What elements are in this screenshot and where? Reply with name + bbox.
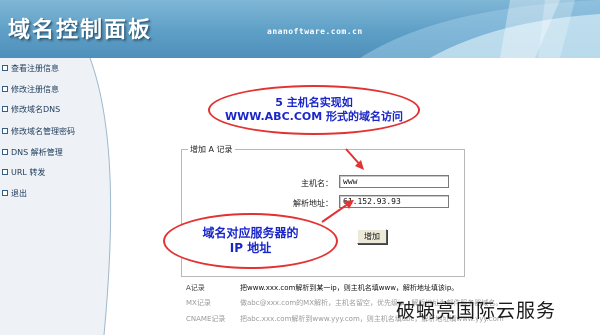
annotation-arrow-icon (345, 148, 364, 170)
annotation-text: IP 地址 (229, 241, 272, 255)
sidebar-curve-divider (82, 58, 112, 335)
record-description: 把www.xxx.com解析到某一ip，则主机名填www，解析地址填该ip。 (240, 284, 459, 292)
sidebar-item-edit-dns[interactable]: 修改域名DNS (2, 102, 88, 116)
sidebar-item-label: 修改域名管理密码 (11, 126, 75, 136)
annotation-bubble-host: 5 主机名实现如 WWW.ABC.COM 形式的域名访问 (208, 85, 420, 135)
sidebar-item-label: URL 转发 (11, 167, 46, 177)
square-bullet-icon (2, 169, 8, 175)
watermark-text: 破蜗亮国际云服务 (396, 300, 557, 322)
sidebar-item-label: 退出 (11, 188, 27, 198)
square-bullet-icon (2, 190, 8, 196)
square-bullet-icon (2, 65, 8, 71)
header-banner: 域名控制面板 ananoftware.com.cn (0, 0, 600, 58)
sidebar-item-label: DNS 解析管理 (11, 147, 63, 157)
sidebar-item-edit-registration[interactable]: 修改注册信息 (2, 82, 88, 96)
record-type: CNAME记录 (186, 315, 226, 323)
annotation-text: 5 主机名实现如 (275, 96, 353, 110)
annotation-bubble-ip: 域名对应服务器的 IP 地址 (163, 213, 338, 269)
panel-legend: 增加 A 记录 (188, 144, 235, 155)
sidebar-item-url-forward[interactable]: URL 转发 (2, 165, 88, 179)
annotation-text: 域名对应服务器的 (202, 226, 299, 240)
sidebar-item-view-registration[interactable]: 查看注册信息 (2, 61, 88, 75)
header-decoration (360, 0, 600, 58)
sidebar: 查看注册信息 修改注册信息 修改域名DNS 修改域名管理密码 DNS 解析管理 … (0, 58, 90, 335)
record-type: MX记录 (186, 299, 211, 307)
host-label: 主机名： (301, 179, 333, 188)
sidebar-item-label: 查看注册信息 (11, 63, 59, 73)
square-bullet-icon (2, 128, 8, 134)
sidebar-item-logout[interactable]: 退出 (2, 186, 88, 200)
record-type: A记录 (186, 284, 205, 292)
sidebar-item-label: 修改域名DNS (11, 104, 61, 114)
square-bullet-icon (2, 86, 8, 92)
site-domain: ananoftware.com.cn (267, 27, 363, 36)
sidebar-item-edit-password[interactable]: 修改域名管理密码 (2, 124, 88, 138)
sidebar-item-label: 修改注册信息 (11, 84, 59, 94)
panel-title: 域名控制面板 (8, 18, 153, 43)
sidebar-item-dns-management[interactable]: DNS 解析管理 (2, 145, 88, 159)
annotation-arrow-icon (321, 200, 354, 223)
host-input[interactable]: www (339, 175, 449, 188)
square-bullet-icon (2, 106, 8, 112)
annotation-text: WWW.ABC.COM 形式的域名访问 (224, 110, 404, 123)
add-button[interactable]: 增加 (357, 229, 387, 244)
square-bullet-icon (2, 149, 8, 155)
